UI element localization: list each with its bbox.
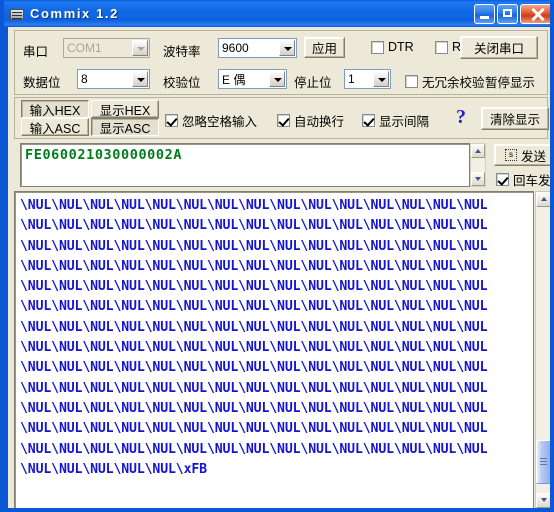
chevron-down-icon: [373, 71, 389, 87]
window-controls: [474, 3, 550, 24]
display-asc-button[interactable]: 显示ASC: [91, 118, 159, 136]
port-select[interactable]: COM1: [63, 38, 150, 58]
parity-select[interactable]: E 偶: [218, 69, 287, 89]
chevron-down-icon: [132, 71, 148, 87]
stopbits-select-value: 1: [348, 72, 355, 86]
databits-select-value: 8: [81, 72, 88, 86]
clear-display-button[interactable]: 清除显示: [481, 107, 549, 130]
enter-send-checkbox[interactable]: 回车发送: [496, 170, 551, 189]
dtr-label: DTR: [388, 40, 414, 54]
scrollbar-thumb[interactable]: [536, 440, 550, 484]
enter-send-label: 回车发送: [513, 174, 551, 188]
window-title: Commix 1.2: [30, 6, 119, 21]
send-input-value: FE060021030000002A: [25, 147, 183, 163]
dtr-checkbox[interactable]: DTR: [371, 40, 414, 54]
databits-select[interactable]: 8: [77, 69, 150, 89]
pause-display-label[interactable]: 暂停显示: [485, 72, 535, 91]
scroll-up-icon[interactable]: [536, 192, 550, 207]
stopbits-select[interactable]: 1: [344, 69, 391, 89]
display-mode-toggle: 显示HEX 显示ASC: [91, 100, 159, 136]
help-icon[interactable]: ?: [456, 106, 466, 129]
chevron-down-icon: [132, 40, 148, 56]
scroll-down-icon[interactable]: [536, 493, 550, 508]
show-interval-checkbox[interactable]: 显示间隔: [362, 111, 429, 130]
auto-wrap-label: 自动换行: [294, 115, 345, 129]
baudrate-select-value: 9600: [222, 41, 249, 55]
auto-wrap-checkbox-box: [277, 114, 290, 127]
send-button[interactable]: s 发送: [494, 144, 550, 166]
port-label: 串口: [23, 45, 49, 59]
chevron-down-icon: [269, 71, 285, 87]
scroll-up-icon[interactable]: [471, 144, 485, 158]
show-interval-checkbox-box: [362, 114, 375, 127]
output-console-text: \NUL\NUL\NUL\NUL\NUL\NUL\NUL\NUL\NUL\NUL…: [20, 198, 488, 477]
minimize-button[interactable]: [474, 3, 495, 24]
send-area: FE060021030000002A s 发送 回车发送: [14, 141, 550, 189]
output-console[interactable]: \NUL\NUL\NUL\NUL\NUL\NUL\NUL\NUL\NUL\NUL…: [14, 191, 534, 508]
send-input[interactable]: FE060021030000002A: [20, 143, 470, 187]
show-interval-label: 显示间隔: [379, 115, 430, 129]
close-port-button[interactable]: 关闭串口: [460, 36, 538, 59]
serial-settings-panel: 串口 COM1 波特率 9600 应用 DTR RTS: [14, 30, 548, 95]
baudrate-select[interactable]: 9600: [218, 38, 297, 58]
scroll-down-icon[interactable]: [471, 172, 485, 186]
client-area: 串口 COM1 波特率 9600 应用 DTR RTS: [8, 27, 550, 508]
ignore-space-checkbox-box: [165, 114, 178, 127]
chevron-down-icon: [279, 40, 295, 56]
send-icon: s: [504, 149, 517, 161]
enter-send-checkbox-box: [496, 173, 509, 186]
baudrate-label: 波特率: [163, 45, 201, 59]
no-redundancy-label: 无冗余校验: [422, 76, 485, 90]
no-redundancy-checkbox-box: [405, 75, 418, 88]
title-bar[interactable]: Commix 1.2: [4, 0, 550, 27]
serial-device-icon: [9, 6, 25, 22]
input-mode-toggle: 输入HEX 输入ASC: [21, 100, 89, 136]
dtr-checkbox-box: [371, 40, 384, 54]
ignore-space-label: 忽略空格输入: [182, 115, 258, 129]
send-input-scrollbar[interactable]: [470, 143, 486, 187]
parity-label: 校验位: [163, 76, 201, 90]
stopbits-label: 停止位: [294, 76, 332, 90]
apply-button[interactable]: 应用: [304, 37, 345, 58]
input-asc-button[interactable]: 输入ASC: [21, 118, 89, 136]
close-button[interactable]: [520, 3, 550, 24]
rts-checkbox-box: [435, 40, 448, 54]
port-select-value: COM1: [67, 41, 102, 55]
auto-wrap-checkbox[interactable]: 自动换行: [277, 111, 344, 130]
display-hex-button[interactable]: 显示HEX: [91, 100, 159, 118]
parity-select-value: E 偶: [222, 72, 246, 87]
maximize-button[interactable]: [497, 3, 518, 24]
input-hex-button[interactable]: 输入HEX: [21, 100, 89, 118]
no-redundancy-checkbox[interactable]: 无冗余校验: [405, 72, 485, 91]
databits-label: 数据位: [23, 76, 61, 90]
ignore-space-checkbox[interactable]: 忽略空格输入: [165, 111, 257, 130]
output-scrollbar[interactable]: [535, 191, 550, 508]
send-button-label: 发送: [520, 149, 546, 164]
display-toolbar: 输入HEX 输入ASC 显示HEX 显示ASC 忽略空格输入 自动换行 显示间隔…: [14, 97, 549, 139]
application-window: Commix 1.2 串口 COM1 波特率 9600 应用 DTR 关闭串口 …: [0, 0, 554, 512]
